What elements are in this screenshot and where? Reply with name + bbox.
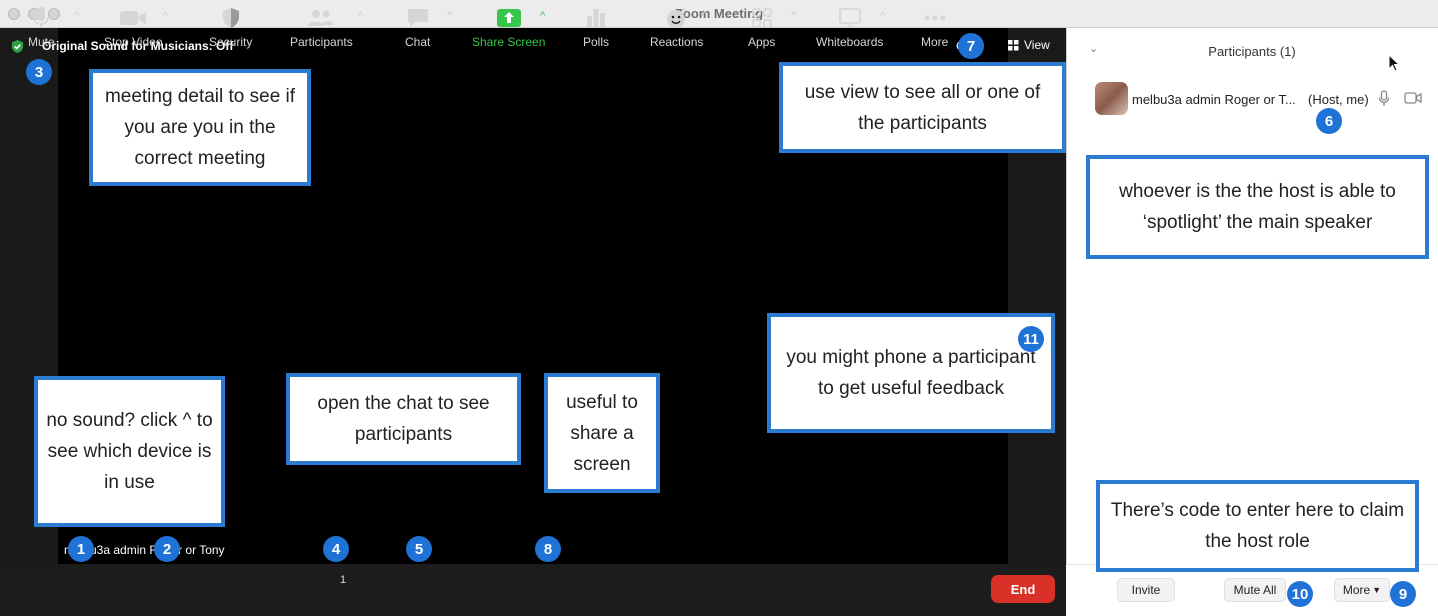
whiteboards-button[interactable]: Whiteboards [816,4,883,49]
step-badge: 5 [406,536,432,562]
chat-options-caret-icon[interactable]: ^ [447,10,452,22]
step-badge: 3 [26,59,52,85]
share-screen-arrow-icon [496,9,521,27]
whiteboards-label: Whiteboards [816,35,884,49]
microphone-icon [33,7,50,28]
polls-button[interactable]: Polls [583,4,609,49]
participants-label: Participants [290,35,353,49]
step-badge: 1 [68,536,94,562]
microphone-icon[interactable] [1378,90,1390,107]
participants-button[interactable]: Participants [290,4,353,49]
callout-chat: open the chat to see participants [286,373,521,465]
view-label: View [1024,38,1050,52]
step-badge: 4 [323,536,349,562]
step-badge: 11 [1018,326,1044,352]
more-label: More [921,35,949,49]
apps-button[interactable]: Apps [748,4,775,49]
mute-all-button[interactable]: Mute All [1224,578,1286,602]
apps-icon [751,7,773,28]
video-camera-icon [120,11,147,25]
video-camera-icon[interactable] [1404,91,1422,105]
whiteboards-options-caret-icon[interactable]: ^ [880,10,885,22]
smiley-icon [666,8,687,28]
polls-label: Polls [583,35,610,49]
chevron-down-icon: ▼ [1372,585,1382,595]
end-meeting-button[interactable]: End [991,575,1055,603]
callout-view: use view to see all or one of the partic… [779,62,1066,153]
share-screen-button[interactable]: Share Screen [472,4,545,49]
callout-sound: no sound? click ^ to see which device is… [34,376,225,527]
chat-button[interactable]: Chat [405,4,430,49]
reactions-button[interactable]: Reactions [650,4,703,49]
chat-label: Chat [405,35,431,49]
participant-name[interactable]: melbu3a admin Roger or T... [1132,92,1296,107]
mute-label: Mute [28,35,55,49]
audio-options-caret-icon[interactable]: ^ [74,10,79,22]
share-options-caret-icon[interactable]: ^ [540,10,545,22]
callout-host: whoever is the the host is able to ‘spot… [1086,155,1429,259]
apps-options-caret-icon[interactable]: ^ [791,10,796,22]
step-badge: 10 [1287,581,1313,607]
security-shield-icon [222,8,239,28]
chat-bubble-icon [407,9,428,27]
view-button[interactable]: View [1008,38,1050,52]
bar-chart-icon [587,9,605,28]
step-badge: 9 [1390,581,1416,607]
step-badge: 7 [958,33,984,59]
security-label: Security [209,35,253,49]
stop-video-label: Stop Video [104,35,163,49]
panel-more-label: More [1342,583,1371,597]
participants-panel-title: Participants (1) [1208,44,1296,59]
avatar [1095,82,1128,115]
participant-role: (Host, me) [1308,92,1369,107]
callout-claim-host: There’s code to enter here to claim the … [1096,480,1419,572]
mouse-cursor-icon [1388,54,1400,72]
meeting-toolbar [0,564,1066,616]
participants-icon [308,10,335,26]
whiteboard-icon [838,8,861,28]
step-badge: 8 [535,536,561,562]
ellipsis-icon [924,15,946,21]
stop-video-button[interactable]: Stop Video [104,4,163,49]
step-badge: 2 [154,536,180,562]
mute-button[interactable]: Mute [28,4,55,49]
participants-options-caret-icon[interactable]: ^ [358,10,363,22]
step-badge: 6 [1316,108,1342,134]
shield-check-icon[interactable] [10,39,25,54]
more-button[interactable]: More [921,4,948,49]
reactions-options-caret-icon[interactable]: ^ [702,10,707,22]
grid-icon [1008,39,1019,50]
reactions-label: Reactions [650,35,704,49]
participants-count-badge: 1 [340,574,347,586]
callout-meeting-detail: meeting detail to see if you are you in … [89,69,311,186]
security-button[interactable]: Security [209,4,252,49]
panel-more-button[interactable]: More ▼ [1334,578,1390,602]
video-options-caret-icon[interactable]: ^ [163,10,168,22]
callout-phone: you might phone a participant to get use… [767,313,1055,433]
share-screen-label: Share Screen [472,35,546,49]
invite-button[interactable]: Invite [1117,578,1175,602]
apps-label: Apps [748,35,776,49]
callout-share: useful to share a screen [544,373,660,493]
